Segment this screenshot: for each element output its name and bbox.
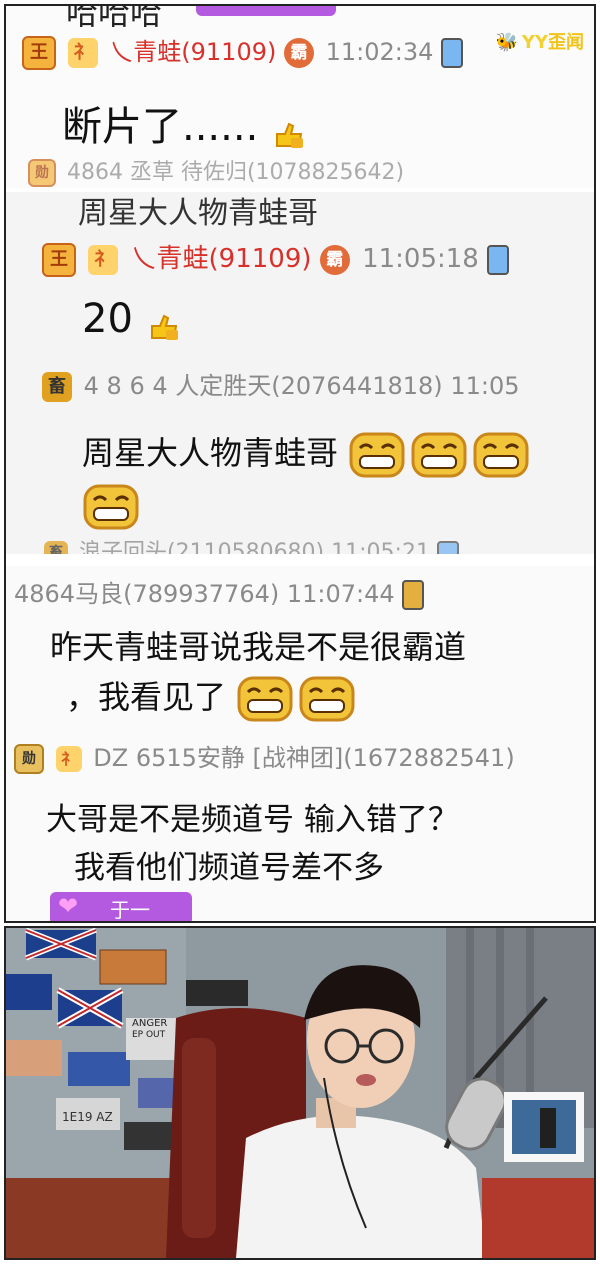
cut-off-text: 周星大人物青蛙哥: [78, 196, 318, 231]
sender-nick: 人定胜天(2076441818): [175, 372, 443, 400]
sender-nick: 乀青蛙(91109): [109, 38, 277, 66]
message-time: 11:05: [450, 372, 520, 400]
gift-badge-icon: 礻: [55, 746, 82, 772]
streamer-scene-illustration: [6, 928, 594, 1258]
thumbs-up-icon: [271, 114, 305, 148]
partial-message-header: 勋 4864 丞草 待佐归(1078825642): [28, 154, 404, 187]
poster-plate-text: 1E19 AZ: [62, 1110, 113, 1124]
heart-icon: ❤: [58, 892, 79, 920]
crown-badge-icon: 畜: [44, 541, 68, 554]
vip-tag: ❤ 于一: [50, 892, 192, 921]
grin-emoji-icon: [410, 430, 468, 480]
grin-emoji-icon: [236, 674, 294, 724]
rank-badge-icon: 勋: [28, 159, 56, 187]
message-header: 王 礻 乀青蛙(91109) 霸 11:02:34: [22, 32, 464, 70]
partial-message-header: 畜 浪子回头(2110580680) 11:05:21: [44, 534, 459, 554]
message-header: 畜 4 8 6 4 人定胜天(2076441818) 11:05: [42, 366, 519, 402]
message-text: 断片了......: [62, 94, 305, 152]
message-text: 20: [82, 296, 180, 342]
king-badge-icon: 王: [42, 242, 76, 277]
phone-icon: [402, 580, 425, 610]
grin-emoji-icon: [348, 430, 406, 480]
message-text: 昨天青蛙哥说我是不是很霸道: [50, 628, 467, 666]
message-text-continued: 我看他们频道号差不多: [74, 850, 384, 886]
next-message-header: ❤ 于一: [50, 892, 192, 921]
poster-plate-text: ANGER: [132, 1018, 168, 1029]
message-text: 周星大人物青蛙哥: [82, 428, 534, 480]
crown-badge-icon: 畜: [42, 372, 72, 402]
segment-divider: [6, 554, 594, 566]
emoji-continuation: [82, 482, 144, 532]
overlord-badge-icon: 霸: [319, 244, 350, 275]
thumbs-up-icon: [146, 306, 180, 340]
gift-badge-icon: 礻: [88, 244, 119, 275]
chat-segment-3: 4864马良(789937764) 11:07:44 昨天青蛙哥说我是不是很霸道…: [6, 566, 594, 921]
chat-screenshot-panel: 哈哈哈 🐝 YY歪闻 王 礻 乀青蛙(91109) 霸 11:02:34 断片了.…: [4, 4, 596, 923]
poster-plate-text: EP OUT: [132, 1030, 166, 1040]
rank-badge-icon: 勋: [14, 744, 44, 774]
phone-icon: [441, 38, 464, 68]
message-header: 勋 礻 DZ 6515安静 [战神团](1672882541): [14, 738, 515, 774]
king-badge-icon: 王: [22, 36, 56, 70]
message-time: 11:02:34: [325, 38, 434, 66]
gift-badge-icon: 礻: [67, 38, 98, 68]
streamer-video-panel: ANGER EP OUT 1E19 AZ: [4, 926, 596, 1260]
bee-face-icon: 🐝: [495, 32, 518, 53]
chat-segment-1: 哈哈哈 🐝 YY歪闻 王 礻 乀青蛙(91109) 霸 11:02:34 断片了.…: [6, 6, 594, 192]
message-text: 大哥是不是频道号 输入错了？: [46, 802, 459, 838]
photo-frame-icon: [504, 1092, 584, 1162]
grin-emoji-icon: [298, 674, 356, 724]
message-header: 王 礻 乀青蛙(91109) 霸 11:05:18: [42, 238, 510, 277]
cut-off-text: 哈哈哈: [66, 6, 163, 32]
grin-emoji-icon: [472, 430, 530, 480]
chat-segment-2: 周星大人物青蛙哥 王 礻 乀青蛙(91109) 霸 11:05:18 20 畜 …: [6, 192, 594, 554]
message-text-continued: ，我看见了: [66, 672, 360, 724]
purple-tag: [196, 6, 336, 16]
overlord-badge-icon: 霸: [284, 38, 314, 68]
sender-nick: 乀青蛙(91109): [130, 244, 312, 274]
message-time: 11:05:18: [362, 244, 479, 274]
yy-watermark: 🐝 YY歪闻: [495, 32, 585, 53]
message-header: 4864马良(789937764) 11:07:44: [14, 574, 425, 610]
phone-icon: [487, 244, 510, 275]
channel-id: 4 8 6 4: [83, 372, 168, 400]
phone-icon: [436, 541, 459, 554]
grin-emoji-icon: [82, 482, 140, 532]
